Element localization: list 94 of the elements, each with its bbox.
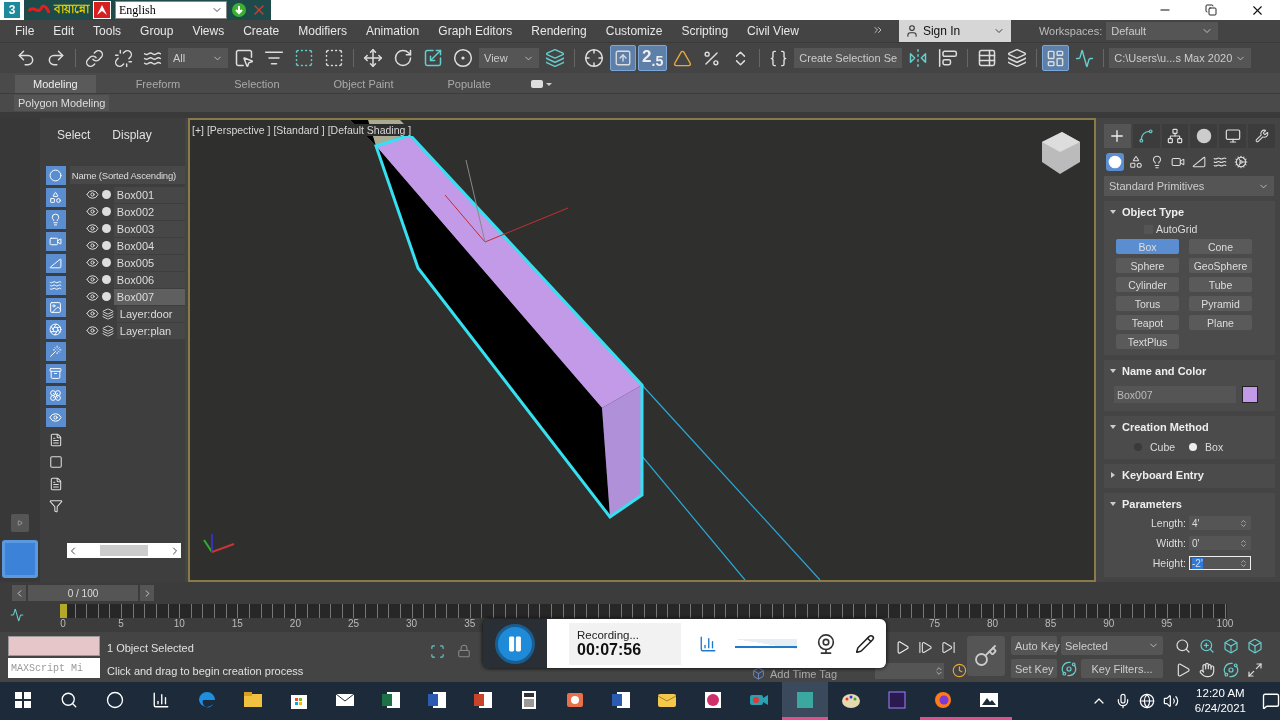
language-dropdown[interactable]: English — [115, 1, 227, 19]
project-folder-dropdown[interactable]: C:\Users\u...s Max 2020 — [1109, 48, 1252, 68]
ribbon-tab[interactable]: Selection — [220, 75, 294, 93]
frame-number: 100 — [1215, 618, 1235, 629]
name-field[interactable]: Box007 — [1114, 386, 1236, 403]
radio-option[interactable]: Cube — [1134, 441, 1176, 453]
primitive-button[interactable]: Sphere — [1116, 258, 1179, 273]
ribbon-tab[interactable]: Freeform — [121, 75, 195, 93]
time-slider[interactable]: 0 / 100 — [28, 585, 138, 601]
workspaces-dropdown[interactable]: Default — [1106, 22, 1219, 40]
viewport-label[interactable]: [+] [Perspective ] [Standard ] [Default Shading ] — [192, 124, 415, 136]
workspaces-label: Workspaces: — [1038, 25, 1103, 37]
keyboard-logo-text: বায়ান্নো — [54, 1, 89, 18]
parameter-spinner[interactable]: 0' — [1189, 536, 1251, 550]
object-name[interactable]: Box007 — [113, 288, 185, 305]
frame-number: 35 — [463, 618, 477, 629]
menu-item[interactable]: Animation — [357, 24, 431, 38]
primitive-button[interactable]: Teapot — [1116, 315, 1179, 330]
rollout-header[interactable]: Name and Color — [1108, 363, 1271, 378]
ribbon-tab[interactable]: Object Paint — [319, 75, 408, 93]
primitive-button[interactable]: Cone — [1189, 239, 1252, 254]
object-name[interactable]: Box004 — [113, 237, 185, 254]
menu-item[interactable]: Edit — [45, 24, 86, 38]
viewport[interactable]: [+] [Perspective ] [Standard ] [Default Shading ] — [188, 118, 1096, 582]
frame-number: 90 — [1102, 618, 1116, 629]
primitive-button[interactable]: Pyramid — [1189, 296, 1252, 311]
ribbon-tab[interactable]: Modeling — [15, 75, 96, 93]
primitive-button[interactable]: Torus — [1116, 296, 1179, 311]
autogrid-checkbox[interactable]: AutoGrid — [1108, 223, 1271, 235]
app-logo: 3 — [4, 2, 20, 18]
ribbon-tab[interactable]: Populate — [433, 75, 505, 93]
primitive-button[interactable]: TextPlus — [1116, 334, 1179, 349]
frame-number: 80 — [986, 618, 1000, 629]
clock-time[interactable]: 12:20 AM — [1196, 686, 1245, 701]
column-header[interactable]: Name (Sorted Ascending) — [69, 166, 185, 184]
explorer-menu[interactable]: Select — [57, 126, 91, 144]
menu-item[interactable]: Create — [235, 24, 291, 38]
frame-number: 75 — [927, 618, 942, 629]
object-name[interactable]: Box006 — [113, 271, 185, 288]
frame-number: 30 — [405, 618, 419, 629]
clock-date[interactable]: 6/24/2021 — [1194, 701, 1246, 716]
explorer-menu[interactable]: Display — [112, 126, 152, 144]
frame-number: 10 — [172, 618, 186, 629]
recording-status: Recording... — [577, 628, 640, 641]
object-name[interactable]: Layer:plan — [116, 322, 185, 339]
frame-number: 0 — [59, 618, 67, 629]
key-set-dropdown[interactable]: Selected — [1061, 636, 1163, 655]
rollout-header[interactable]: Parameters — [1108, 496, 1271, 511]
rollout-header[interactable]: Creation Method — [1108, 419, 1271, 434]
menu-item[interactable]: Tools — [85, 24, 133, 38]
parameter-label: Length: — [1150, 517, 1186, 529]
object-name[interactable]: Box003 — [113, 220, 185, 237]
rollout-header[interactable]: Object Type — [1108, 204, 1271, 219]
frame-number: 20 — [288, 618, 302, 629]
sign-in-dropdown[interactable]: Sign In — [898, 20, 1011, 42]
menu-item[interactable]: Modifiers — [290, 24, 358, 38]
menu-item[interactable]: Graph Editors — [430, 24, 524, 38]
menu-item[interactable]: Group — [132, 24, 185, 38]
menu-item[interactable]: Rendering — [523, 24, 598, 38]
ribbon-panel-title[interactable]: Polygon Modeling — [14, 95, 110, 111]
primitive-button[interactable]: Plane — [1189, 315, 1252, 330]
object-name[interactable]: Box005 — [113, 254, 185, 271]
recording-time: 00:07:56 — [577, 640, 643, 659]
frame-number: 85 — [1044, 618, 1058, 629]
rollout-header[interactable]: Keyboard Entry — [1108, 467, 1271, 482]
snaps-toggle[interactable]: 2$_{.5}$ — [638, 45, 668, 71]
primitive-button[interactable]: Tube — [1189, 277, 1252, 292]
selection-filter-dropdown[interactable]: All — [168, 48, 228, 68]
frame-number: 95 — [1160, 618, 1174, 629]
parameter-label: Width: — [1156, 537, 1186, 549]
category-dropdown[interactable]: Standard Primitives — [1104, 176, 1274, 196]
menu-item[interactable]: Views — [184, 24, 236, 38]
named-selection-dropdown[interactable]: Create Selection Se — [794, 48, 903, 68]
object-name[interactable]: Box002 — [113, 203, 185, 220]
object-name[interactable]: Layer:door — [116, 305, 185, 322]
frame-number: 15 — [230, 618, 244, 629]
menu-item[interactable]: Scripting — [673, 24, 740, 38]
time-tag-text[interactable]: Add Time Tag — [770, 668, 838, 680]
menu-item[interactable]: Civil View — [739, 24, 810, 38]
parameter-spinner[interactable]: 4' — [1189, 516, 1251, 530]
frame-number: 5 — [117, 618, 125, 629]
parameter-label: Height: — [1152, 557, 1186, 569]
prompt-text: Click and drag to begin creation process — [107, 664, 305, 677]
reference-coordinate-dropdown[interactable]: View — [479, 48, 539, 68]
primitive-button[interactable]: GeoSphere — [1189, 258, 1252, 273]
set-key-button[interactable]: Set Key — [1011, 659, 1057, 678]
menu-item[interactable]: Customize — [597, 24, 674, 38]
menu-item[interactable]: File — [7, 24, 46, 38]
radio-option[interactable]: Box — [1189, 441, 1224, 453]
selection-status: 1 Object Selected — [107, 641, 195, 654]
object-name[interactable]: Box001 — [113, 186, 185, 203]
primitive-button[interactable]: Cylinder — [1116, 277, 1179, 292]
key-filters-button[interactable]: Key Filters... — [1081, 659, 1163, 678]
frame-number: 25 — [346, 618, 361, 629]
